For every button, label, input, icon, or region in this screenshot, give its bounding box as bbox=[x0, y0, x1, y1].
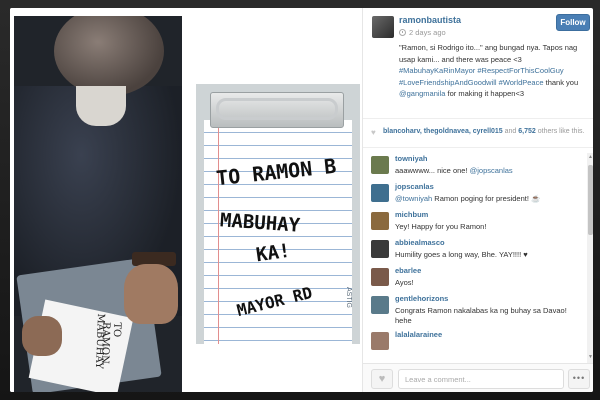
photo-man-signing: TO RAMON MABUHAY bbox=[14, 16, 182, 392]
comment-username[interactable]: ebarlee bbox=[395, 266, 421, 275]
comment-item: jopscanlas @towniyah Ramon poging for pre… bbox=[363, 181, 585, 207]
likes-text: blancoharv, thegoldnavea, cyrell015 and … bbox=[383, 127, 589, 137]
avatar[interactable] bbox=[372, 16, 394, 38]
photo-hand-right bbox=[124, 264, 178, 324]
comment-item: gentlehorizons Congrats Ramon nakalabas k… bbox=[363, 293, 585, 327]
comment-text: Congrats Ramon nakalabas ka ng buhay sa … bbox=[395, 306, 567, 315]
heart-icon: ♥ bbox=[371, 128, 376, 137]
comment-avatar[interactable] bbox=[371, 240, 389, 258]
comment-item: michbum Yey! Happy for you Ramon! bbox=[363, 209, 585, 235]
post-timestamp: 2 days ago bbox=[399, 28, 446, 37]
likes-suffix: others like this. bbox=[535, 128, 585, 135]
comment-body: Ayos! bbox=[395, 278, 414, 287]
comment-username[interactable]: jopscanlas bbox=[395, 182, 434, 191]
likes-and: and bbox=[502, 128, 519, 135]
comment-body: aaawwww... nice one! bbox=[395, 166, 470, 175]
post-footer: ♥ ••• bbox=[363, 363, 593, 392]
comment-username[interactable]: towniyah bbox=[395, 154, 428, 163]
comment-body: Yey! Happy for you Ramon! bbox=[395, 222, 487, 231]
comment-text: @towniyah Ramon poging for president! ☕ bbox=[395, 194, 540, 203]
caption-text: "Ramon, si Rodrigo ito..." ang bungad ny… bbox=[399, 43, 578, 64]
post-media: TO RAMON MABUHAY TO RAMON B MABUHAY KA! … bbox=[10, 8, 362, 392]
comment-text: Yey! Happy for you Ramon! bbox=[395, 222, 486, 231]
comment-item: towniyah aaawwww... nice one! @jopscanlas bbox=[363, 153, 585, 179]
caption-end: for making it happen<3 bbox=[445, 89, 524, 99]
comment-body: Humility goes a long way, Bhe. YAY!!!! ♥ bbox=[395, 250, 528, 259]
likers[interactable]: blancoharv, thegoldnavea, cyrell015 bbox=[383, 128, 503, 135]
likes-count[interactable]: 6,752 bbox=[518, 128, 536, 135]
likes-bar: ♥ blancoharv, thegoldnavea, cyrell015 an… bbox=[363, 118, 593, 148]
comment-item: ebarlee Ayos! bbox=[363, 265, 585, 291]
clock-icon bbox=[399, 29, 406, 36]
comment-mention[interactable]: @jopscanlas bbox=[470, 166, 513, 175]
post-caption: "Ramon, si Rodrigo ito..." ang bungad ny… bbox=[399, 42, 589, 100]
comments-list: towniyah aaawwww... nice one! @jopscanlas… bbox=[363, 153, 585, 363]
photo-note-closeup: TO RAMON B MABUHAY KA! MAYOR RD ASTIG bbox=[196, 84, 360, 344]
comment-username[interactable]: michbum bbox=[395, 210, 428, 219]
note-margin-line bbox=[218, 120, 219, 344]
comment-text: Ayos! bbox=[395, 278, 414, 287]
comment-text: aaawwww... nice one! @jopscanlas bbox=[395, 166, 513, 175]
photo-collar bbox=[76, 86, 126, 126]
post-sidebar: ramonbautista 2 days ago Follow "Ramon, … bbox=[362, 8, 593, 392]
caption-hashtags[interactable]: #MabuhayKaRinMayor #RespectForThisCoolGu… bbox=[399, 66, 564, 87]
comment-mention[interactable]: @towniyah bbox=[395, 194, 432, 203]
comment-avatar[interactable] bbox=[371, 156, 389, 174]
post-header: ramonbautista 2 days ago Follow "Ramon, … bbox=[363, 8, 593, 118]
comment-item: lalalalarainee bbox=[363, 329, 585, 355]
small-note-line-2: MABUHAY bbox=[93, 313, 106, 370]
caption-thanks: thank you bbox=[543, 77, 579, 87]
comment-avatar[interactable] bbox=[371, 184, 389, 202]
comment-body: Congrats Ramon nakalabas ka ng buhay sa … bbox=[395, 306, 567, 315]
comments-scrollbar[interactable]: ▲ ▼ bbox=[587, 153, 593, 363]
comment-avatar[interactable] bbox=[371, 268, 389, 286]
like-button[interactable]: ♥ bbox=[371, 369, 393, 389]
comment-item: abbiealmasco Humility goes a long way, Bh… bbox=[363, 237, 585, 263]
comment-username[interactable]: lalalalarainee bbox=[395, 330, 442, 339]
scroll-down-icon[interactable]: ▼ bbox=[588, 354, 593, 360]
note-flag-text: ASTIG bbox=[345, 286, 353, 309]
photo-head bbox=[54, 16, 164, 96]
comment-text-line2: hehe bbox=[395, 316, 412, 325]
comment-username[interactable]: abbiealmasco bbox=[395, 238, 445, 247]
scroll-thumb[interactable] bbox=[588, 165, 593, 235]
photo-hand-left bbox=[22, 316, 62, 356]
comment-avatar[interactable] bbox=[371, 212, 389, 230]
note-clip-ring bbox=[216, 98, 338, 120]
top-stripe bbox=[0, 0, 600, 6]
scroll-up-icon[interactable]: ▲ bbox=[588, 154, 593, 160]
comment-text: Humility goes a long way, Bhe. YAY!!!! ♥ bbox=[395, 250, 528, 259]
post-username[interactable]: ramonbautista bbox=[399, 15, 461, 25]
more-options-button[interactable]: ••• bbox=[568, 369, 590, 389]
comment-body-after: Ramon poging for president! ☕ bbox=[432, 194, 541, 203]
heart-outline-icon: ♥ bbox=[378, 373, 386, 385]
follow-button[interactable]: Follow bbox=[556, 14, 590, 31]
time-ago-text: 2 days ago bbox=[409, 28, 446, 37]
post-modal: TO RAMON MABUHAY TO RAMON B MABUHAY KA! … bbox=[10, 8, 593, 392]
comment-avatar[interactable] bbox=[371, 296, 389, 314]
caption-mention[interactable]: @gangmanila bbox=[399, 89, 445, 98]
comment-input[interactable] bbox=[398, 369, 564, 389]
comment-avatar[interactable] bbox=[371, 332, 389, 350]
comment-username[interactable]: gentlehorizons bbox=[395, 294, 448, 303]
